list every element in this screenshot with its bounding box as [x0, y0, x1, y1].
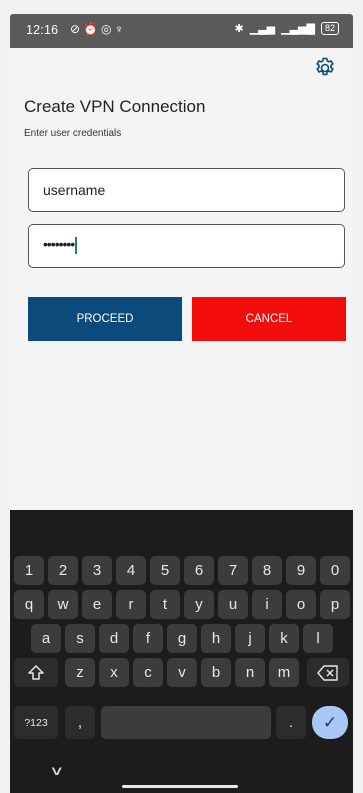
key-w[interactable]: w: [48, 590, 78, 619]
vpn-screen: Create VPN Connection Enter user credent…: [10, 48, 353, 510]
keyboard-row-z: z x c v b n m: [10, 658, 353, 692]
whatsapp-icon: ◎: [101, 22, 115, 36]
key-3[interactable]: 3: [82, 556, 112, 585]
key-a[interactable]: a: [31, 624, 61, 653]
key-0[interactable]: 0: [320, 556, 350, 585]
check-icon: ✓: [322, 712, 338, 732]
bell-off-icon: ⊘: [70, 22, 84, 36]
key-2[interactable]: 2: [48, 556, 78, 585]
username-field[interactable]: username: [28, 168, 345, 212]
key-m[interactable]: m: [269, 658, 299, 687]
period-key[interactable]: .: [276, 706, 306, 739]
key-y[interactable]: y: [184, 590, 214, 619]
backspace-key[interactable]: [307, 658, 349, 687]
system-icons: ✱ ▁▃▅ ▁▃▅▇ 82: [235, 22, 339, 35]
keyboard-row-q: q w e r t y u i o p: [10, 590, 353, 624]
proceed-button[interactable]: PROCEED: [28, 297, 182, 341]
key-l[interactable]: l: [303, 624, 333, 653]
key-5[interactable]: 5: [150, 556, 180, 585]
home-indicator[interactable]: [122, 785, 238, 788]
key-1[interactable]: 1: [14, 556, 44, 585]
key-x[interactable]: x: [99, 658, 129, 687]
4g-signal-icon: ▁▃▅▇: [281, 23, 315, 35]
text-caret: [75, 236, 77, 254]
key-g[interactable]: g: [167, 624, 197, 653]
signal-icon: ▁▃▅: [249, 23, 276, 35]
page-subtitle: Enter user credentials: [24, 128, 122, 139]
key-o[interactable]: o: [286, 590, 316, 619]
key-v[interactable]: v: [167, 658, 197, 687]
key-q[interactable]: q: [14, 590, 44, 619]
password-field[interactable]: ••••••••: [28, 224, 345, 268]
symbols-key[interactable]: ?123: [14, 706, 58, 739]
key-h[interactable]: h: [201, 624, 231, 653]
key-8[interactable]: 8: [252, 556, 282, 585]
bluetooth-icon: ✱: [234, 23, 244, 35]
chevron-down-icon[interactable]: ∨: [49, 763, 64, 779]
navigation-bar: ∨: [10, 755, 353, 793]
keyboard-row-a: a s d f g h j k l: [10, 624, 353, 658]
cancel-button[interactable]: CANCEL: [192, 297, 346, 341]
enter-key[interactable]: ✓: [312, 706, 348, 739]
password-value: ••••••••: [43, 236, 77, 254]
key-j[interactable]: j: [235, 624, 265, 653]
backspace-icon: [317, 664, 338, 681]
shift-icon: [28, 664, 44, 680]
status-time: 12:16: [26, 23, 59, 37]
page-title: Create VPN Connection: [24, 97, 206, 116]
key-4[interactable]: 4: [116, 556, 146, 585]
notification-icons: ⊘⏰◎♆: [70, 22, 127, 36]
key-z[interactable]: z: [65, 658, 95, 687]
username-value: username: [43, 182, 106, 198]
keyboard-row-numbers: 1 2 3 4 5 6 7 8 9 0: [10, 556, 353, 590]
trophy-icon: ♆: [114, 22, 127, 36]
key-f[interactable]: f: [133, 624, 163, 653]
key-9[interactable]: 9: [286, 556, 316, 585]
key-r[interactable]: r: [116, 590, 146, 619]
key-c[interactable]: c: [133, 658, 163, 687]
key-d[interactable]: d: [99, 624, 129, 653]
key-6[interactable]: 6: [184, 556, 214, 585]
alarm-icon: ⏰: [83, 22, 102, 36]
key-t[interactable]: t: [150, 590, 180, 619]
key-b[interactable]: b: [201, 658, 231, 687]
soft-keyboard: 1 2 3 4 5 6 7 8 9 0 q w e r t y u i o p …: [10, 510, 353, 793]
key-n[interactable]: n: [235, 658, 265, 687]
gear-icon[interactable]: [313, 56, 337, 80]
key-s[interactable]: s: [65, 624, 95, 653]
key-k[interactable]: k: [269, 624, 299, 653]
status-bar: 12:16 ⊘⏰◎♆ ✱ ▁▃▅ ▁▃▅▇ 82: [10, 14, 353, 48]
key-i[interactable]: i: [252, 590, 282, 619]
space-key[interactable]: [101, 706, 271, 739]
comma-key[interactable]: ,: [65, 706, 95, 739]
key-p[interactable]: p: [320, 590, 350, 619]
shift-key[interactable]: [14, 658, 58, 687]
keyboard-row-bottom: ?123 , . ✓: [10, 706, 353, 740]
key-u[interactable]: u: [218, 590, 248, 619]
key-7[interactable]: 7: [218, 556, 248, 585]
key-e[interactable]: e: [82, 590, 112, 619]
battery-icon: 82: [320, 22, 339, 35]
